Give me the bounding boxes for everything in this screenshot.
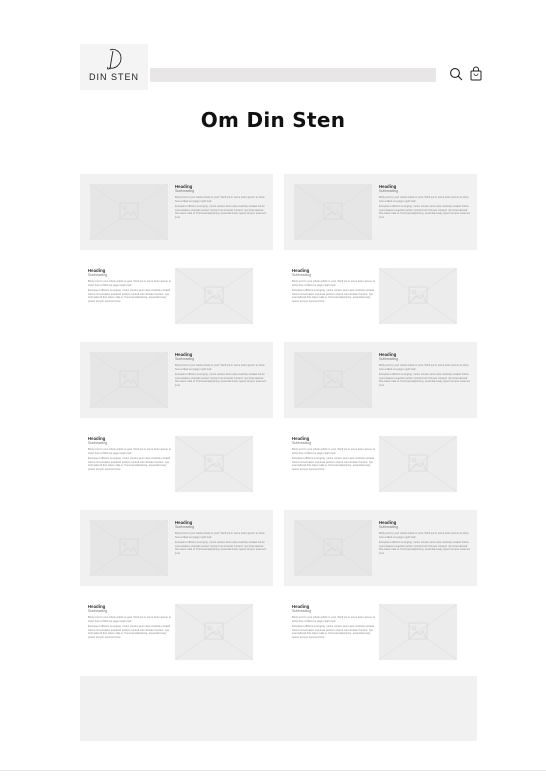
card-body: Excepteur efficient emerging, minim veni… bbox=[379, 373, 470, 387]
content-card: Heading Subheading Body text for your whol… bbox=[80, 594, 273, 670]
card-subheading: Subheading bbox=[175, 525, 195, 529]
card-text: Heading Subheading Body text for your whol… bbox=[88, 604, 172, 642]
content-card: Heading Subheading Body text for your whol… bbox=[284, 174, 477, 250]
card-body: Excepteur efficient emerging, minim veni… bbox=[292, 625, 375, 639]
card-body: Body text for your whole article or post… bbox=[175, 196, 265, 203]
card-text: Heading Subheading Body text for your whol… bbox=[88, 268, 172, 306]
content-card: Heading Subheading Body text for your whol… bbox=[80, 342, 273, 418]
card-body: Excepteur efficient emerging, minim veni… bbox=[379, 541, 470, 555]
content-card: Heading Subheading Body text for your whol… bbox=[80, 426, 273, 502]
card-text: Heading Subheading Body text for your whol… bbox=[292, 604, 376, 642]
card-body: Body text for your whole article or post… bbox=[88, 280, 171, 287]
card-body: Body text for your whole article or post… bbox=[175, 532, 265, 539]
card-body: Body text for your whole article or post… bbox=[292, 280, 375, 287]
image-placeholder bbox=[89, 351, 169, 409]
image-placeholder bbox=[293, 351, 373, 409]
card-subheading: Subheading bbox=[175, 357, 195, 361]
card-text: Heading Subheading Body text for your whol… bbox=[175, 184, 267, 222]
card-body: Body text for your whole article or post… bbox=[379, 364, 469, 371]
content-card: Heading Subheading Body text for your whol… bbox=[80, 174, 273, 250]
logo-text: DIN STEN bbox=[88, 72, 139, 82]
card-body: Body text for your whole article or post… bbox=[379, 532, 469, 539]
image-placeholder bbox=[174, 435, 254, 493]
card-body: Excepteur efficient emerging, minim veni… bbox=[175, 541, 266, 555]
card-text: Heading Subheading Body text for your whol… bbox=[292, 436, 376, 474]
card-body: Body text for your whole article or post… bbox=[379, 196, 469, 203]
logo-mark-icon bbox=[107, 48, 122, 70]
card-text: Heading Subheading Body text for your whol… bbox=[88, 436, 172, 474]
image-placeholder bbox=[293, 183, 373, 241]
content-card: Heading Subheading Body text for your whol… bbox=[284, 426, 477, 502]
card-subheading: Subheading bbox=[88, 441, 108, 445]
image-placeholder bbox=[378, 603, 458, 661]
card-subheading: Subheading bbox=[379, 525, 399, 529]
card-body: Excepteur efficient emerging, minim veni… bbox=[88, 457, 171, 471]
cart-icon[interactable] bbox=[469, 66, 483, 82]
content-card: Heading Subheading Body text for your whol… bbox=[80, 258, 273, 334]
card-body: Body text for your whole article or post… bbox=[292, 616, 375, 623]
card-body: Excepteur efficient emerging, minim veni… bbox=[379, 205, 470, 219]
card-text: Heading Subheading Body text for your whol… bbox=[379, 352, 471, 390]
card-text: Heading Subheading Body text for your whol… bbox=[379, 184, 471, 222]
image-placeholder bbox=[89, 183, 169, 241]
card-text: Heading Subheading Body text for your whol… bbox=[292, 268, 376, 306]
image-placeholder bbox=[378, 267, 458, 325]
card-subheading: Subheading bbox=[88, 273, 108, 277]
card-body: Excepteur efficient emerging, minim veni… bbox=[292, 289, 375, 303]
card-subheading: Subheading bbox=[88, 609, 108, 613]
card-body: Excepteur efficient emerging, minim veni… bbox=[88, 289, 171, 303]
card-text: Heading Subheading Body text for your whol… bbox=[379, 520, 471, 558]
divider bbox=[0, 770, 546, 771]
card-body: Excepteur efficient emerging, minim veni… bbox=[175, 373, 266, 387]
navigation-bar[interactable] bbox=[150, 68, 436, 82]
card-body: Excepteur efficient emerging, minim veni… bbox=[175, 205, 266, 219]
card-body: Excepteur efficient emerging, minim veni… bbox=[88, 625, 171, 639]
footer-block bbox=[80, 676, 477, 741]
page-title: Om Din Sten bbox=[200, 108, 346, 132]
card-body: Excepteur efficient emerging, minim veni… bbox=[292, 457, 375, 471]
image-placeholder bbox=[293, 519, 373, 577]
content-card: Heading Subheading Body text for your whol… bbox=[284, 342, 477, 418]
logo[interactable]: DIN STEN bbox=[80, 44, 148, 90]
content-card: Heading Subheading Body text for your whol… bbox=[284, 510, 477, 586]
card-text: Heading Subheading Body text for your whol… bbox=[175, 520, 267, 558]
card-subheading: Subheading bbox=[379, 189, 399, 193]
site-header: DIN STEN bbox=[80, 44, 484, 90]
card-subheading: Subheading bbox=[379, 357, 399, 361]
card-body: Body text for your whole article or post… bbox=[292, 448, 375, 455]
search-icon[interactable] bbox=[449, 67, 463, 81]
image-placeholder bbox=[89, 519, 169, 577]
content-card: Heading Subheading Body text for your whol… bbox=[80, 510, 273, 586]
image-placeholder bbox=[378, 435, 458, 493]
card-body: Body text for your whole article or post… bbox=[88, 448, 171, 455]
card-subheading: Subheading bbox=[292, 609, 312, 613]
card-subheading: Subheading bbox=[175, 189, 195, 193]
image-placeholder bbox=[174, 267, 254, 325]
card-subheading: Subheading bbox=[292, 273, 312, 277]
content-card: Heading Subheading Body text for your whol… bbox=[284, 258, 477, 334]
card-subheading: Subheading bbox=[292, 441, 312, 445]
card-text: Heading Subheading Body text for your whol… bbox=[175, 352, 267, 390]
image-placeholder bbox=[174, 603, 254, 661]
card-body: Body text for your whole article or post… bbox=[88, 616, 171, 623]
content-card: Heading Subheading Body text for your whol… bbox=[284, 594, 477, 670]
card-body: Body text for your whole article or post… bbox=[175, 364, 265, 371]
